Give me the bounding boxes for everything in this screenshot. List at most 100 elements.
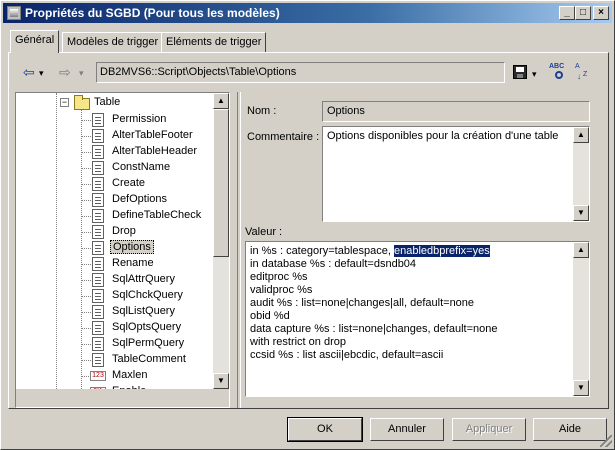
- tree-item-label: DefineTableCheck: [112, 209, 202, 221]
- doc-icon: [92, 353, 104, 367]
- commentaire-label: Commentaire :: [247, 131, 320, 143]
- splitter[interactable]: [237, 92, 241, 408]
- scroll-thumb[interactable]: [213, 109, 229, 257]
- tree-item-label: SqlOptsQuery: [112, 321, 182, 333]
- tree-scrollbar[interactable]: ▲ ▼: [213, 93, 229, 389]
- resize-grip[interactable]: [600, 435, 612, 447]
- sort-icon[interactable]: A Z ↓: [575, 63, 593, 81]
- scroll-down-icon[interactable]: ▼: [573, 380, 589, 396]
- doc-icon: [92, 161, 104, 175]
- tree-line: [81, 264, 91, 265]
- tab-trigger-templates[interactable]: Modèles de trigger: [62, 32, 164, 52]
- tab-trigger-items[interactable]: Eléments de trigger: [161, 32, 267, 52]
- collapse-toggle[interactable]: −: [60, 98, 69, 107]
- tree-line: [81, 328, 91, 329]
- doc-icon: [92, 113, 104, 127]
- scroll-up-icon[interactable]: ▲: [573, 242, 589, 258]
- doc-icon: [92, 145, 104, 159]
- tree-line: [81, 248, 91, 249]
- doc-icon: [92, 241, 104, 255]
- doc-icon: [92, 257, 104, 271]
- tree-item-label: Options: [110, 240, 154, 254]
- scroll-down-icon[interactable]: ▼: [213, 373, 229, 389]
- tree-line: [56, 93, 57, 407]
- tab-general[interactable]: Général: [10, 30, 60, 53]
- folder-icon: [74, 95, 90, 110]
- cancel-button[interactable]: Annuler: [370, 418, 444, 441]
- valeur-line: editproc %s: [250, 271, 308, 283]
- save-icon[interactable]: [513, 65, 527, 79]
- forward-arrow-icon[interactable]: ⇨: [59, 64, 71, 80]
- tree-item-label: Permission: [112, 113, 167, 125]
- dbms-properties-window: Propriétés du SGBD (Pour tous les modèle…: [0, 0, 615, 450]
- help-button[interactable]: Aide: [533, 418, 607, 441]
- doc-icon: [92, 225, 104, 239]
- valeur-scrollbar[interactable]: ▲ ▼: [573, 242, 589, 396]
- valeur-selection: enabledbprefix=yes: [394, 245, 490, 257]
- tree-item-label: AlterTableHeader: [112, 145, 197, 157]
- valeur-label: Valeur :: [245, 226, 283, 238]
- valeur-line: ccsid %s : list ascii|ebcdic, default=as…: [250, 349, 444, 361]
- tree-line: [81, 312, 91, 313]
- tree-item-label: SqlListQuery: [112, 305, 175, 317]
- valeur-line: in database %s : default=dsndb04: [250, 258, 417, 270]
- tree-item-label: SqlPermQuery: [112, 337, 185, 349]
- scroll-up-icon[interactable]: ▲: [213, 93, 229, 109]
- save-dropdown-icon[interactable]: ▾: [532, 66, 537, 82]
- valeur-line: audit %s : list=none|changes|all, defaul…: [250, 297, 475, 309]
- doc-icon: [92, 321, 104, 335]
- commentaire-scrollbar[interactable]: ▲ ▼: [573, 127, 589, 221]
- doc-icon: [92, 129, 104, 143]
- tree-line: [81, 109, 82, 407]
- tree-hscrollbar[interactable]: [16, 389, 229, 407]
- tree-line: [81, 280, 91, 281]
- forward-dropdown-icon[interactable]: ▾: [79, 65, 84, 81]
- spell-check-label: ABC: [549, 63, 565, 70]
- commentaire-text: Options disponibles pour la création d'u…: [327, 130, 559, 142]
- scroll-up-icon[interactable]: ▲: [573, 127, 589, 143]
- tree-line: [81, 200, 91, 201]
- tree-item-label: TableComment: [112, 353, 186, 365]
- ok-button[interactable]: OK: [287, 417, 363, 442]
- close-button[interactable]: ×: [593, 6, 609, 20]
- tree-item-label: DefOptions: [112, 193, 168, 205]
- back-arrow-icon[interactable]: ⇦: [23, 64, 35, 80]
- minimize-button[interactable]: _: [559, 6, 575, 20]
- scroll-down-icon[interactable]: ▼: [573, 205, 589, 221]
- tree-line: [81, 232, 91, 233]
- valeur-line: validproc %s: [250, 284, 313, 296]
- tree-line: [81, 120, 91, 121]
- tree-item-label: SqlAttrQuery: [112, 273, 175, 285]
- tree-view[interactable]: − Table Permission AlterTableFooter AlterT…: [15, 92, 230, 408]
- valeur-textarea[interactable]: in %s : category=tablespace, enabledbpre…: [245, 241, 590, 397]
- doc-icon: [92, 273, 104, 287]
- valeur-text: in %s : category=tablespace,: [250, 245, 394, 257]
- valeur-line: with restrict on drop: [250, 336, 346, 348]
- path-field[interactable]: DB2MVS6::Script\Objects\Table\Options: [96, 62, 505, 83]
- tree-item-label: Drop: [112, 225, 136, 237]
- tree-line: [81, 168, 91, 169]
- maximize-button[interactable]: □: [575, 6, 591, 20]
- tree-node-table[interactable]: Table: [94, 96, 120, 108]
- tree-item-label: AlterTableFooter: [112, 129, 193, 141]
- tree-line: [81, 216, 91, 217]
- commentaire-textarea[interactable]: Options disponibles pour la création d'u…: [322, 126, 590, 222]
- nom-label: Nom :: [247, 105, 277, 117]
- nom-field[interactable]: Options: [322, 101, 590, 122]
- tree-line: [81, 136, 91, 137]
- valeur-line: obid %d: [250, 310, 290, 322]
- tree-item-label: Create: [112, 177, 146, 189]
- back-dropdown-icon[interactable]: ▾: [39, 65, 44, 81]
- app-icon: [7, 6, 21, 20]
- title-bar[interactable]: Propriétés du SGBD (Pour tous les modèle…: [3, 3, 612, 23]
- doc-icon: [92, 177, 104, 191]
- spell-check-icon[interactable]: ABC: [549, 63, 569, 81]
- tree-item-label: ConstName: [112, 161, 171, 173]
- tree-line: [81, 184, 91, 185]
- window-title: Propriétés du SGBD (Pour tous les modèle…: [25, 6, 280, 20]
- doc-icon: [92, 193, 104, 207]
- apply-button[interactable]: Appliquer: [452, 418, 526, 441]
- tree-line: [81, 152, 91, 153]
- tree-item-label: SqlChckQuery: [112, 289, 183, 301]
- valeur-line: data capture %s : list=none|changes, def…: [250, 323, 498, 335]
